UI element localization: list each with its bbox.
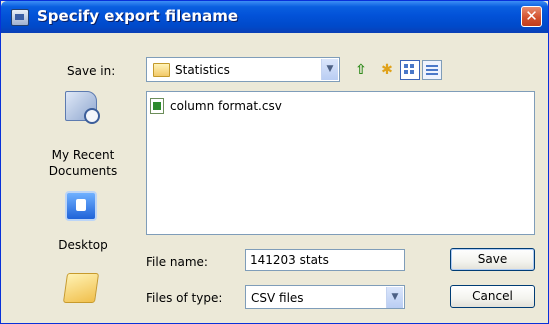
place-label-line1: My Recent — [51, 148, 115, 162]
chevron-down-icon[interactable]: ▼ — [321, 59, 338, 80]
place-label-line2: Documents — [48, 164, 118, 178]
details-view-icon[interactable] — [422, 60, 442, 80]
file-type-dropdown[interactable]: CSV files ▼ — [245, 285, 405, 309]
thumbnails-view-icon[interactable] — [400, 60, 420, 80]
dialog-title: Specify export filename — [37, 7, 238, 25]
title-bar[interactable]: Specify export filename ✕ — [1, 1, 548, 33]
export-dialog: Specify export filename ✕ Save in: Stati… — [0, 0, 549, 324]
save-in-dropdown[interactable]: Statistics ▼ — [146, 57, 340, 82]
file-name-value: 141203 stats — [250, 253, 329, 267]
save-button[interactable]: Save — [450, 248, 535, 271]
save-in-value: Statistics — [175, 63, 230, 77]
file-name: column format.csv — [170, 99, 282, 113]
recent-documents-icon — [65, 91, 100, 124]
folder-icon — [153, 63, 170, 77]
file-name-label: File name: — [146, 255, 208, 269]
file-list[interactable]: column format.csv — [146, 91, 535, 235]
new-folder-icon[interactable]: ✱ — [377, 60, 397, 80]
file-name-input[interactable]: 141203 stats — [245, 249, 405, 271]
file-type-label: Files of type: — [146, 291, 223, 305]
file-type-value: CSV files — [251, 291, 304, 305]
my-documents-icon — [62, 273, 100, 303]
desktop-icon — [65, 191, 97, 221]
up-folder-icon[interactable]: ⇧ — [351, 60, 371, 80]
csv-file-icon — [150, 98, 164, 114]
chevron-down-icon[interactable]: ▼ — [386, 287, 403, 308]
cancel-button[interactable]: Cancel — [450, 285, 535, 308]
save-in-label: Save in: — [67, 64, 116, 78]
dialog-icon — [11, 9, 29, 26]
close-button[interactable]: ✕ — [521, 6, 542, 27]
place-label-line1: Desktop — [58, 238, 108, 252]
